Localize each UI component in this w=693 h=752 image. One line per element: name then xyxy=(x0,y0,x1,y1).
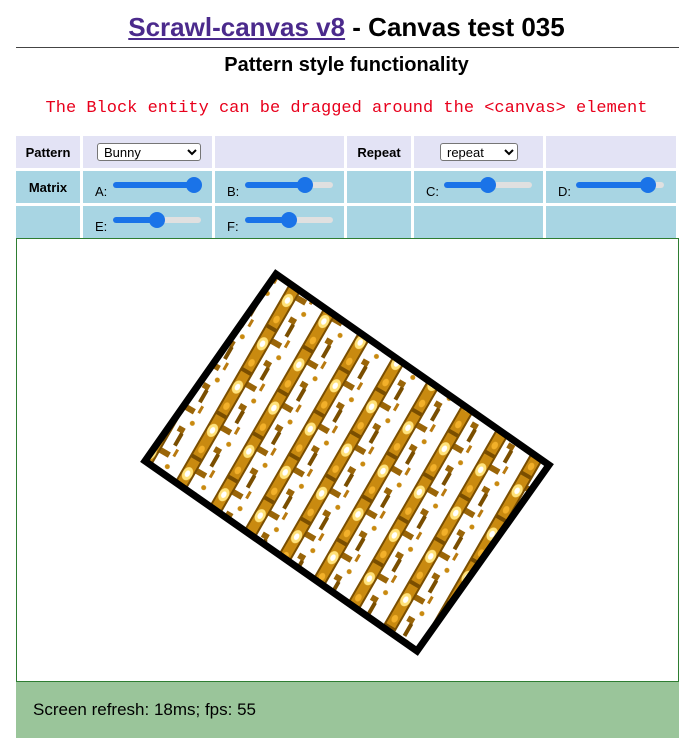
pattern-select[interactable]: Bunny xyxy=(97,143,201,161)
controls-row-pattern: Pattern Bunny Repeat repeat xyxy=(16,136,679,168)
slider-b-label: B: xyxy=(227,183,240,199)
slider-a-cell: A: xyxy=(83,171,212,203)
slider-c-cell: C: xyxy=(414,171,543,203)
slider-f-label: F: xyxy=(227,218,239,234)
pattern-label: Pattern xyxy=(16,136,80,168)
demo-canvas[interactable] xyxy=(16,238,679,682)
slider-thumb[interactable] xyxy=(296,177,313,193)
slider-a[interactable] xyxy=(113,177,202,193)
slider-thumb[interactable] xyxy=(149,212,165,228)
slider-b-cell: B: xyxy=(215,171,344,203)
slider-f-cell: F: xyxy=(215,206,344,238)
slider-thumb[interactable] xyxy=(281,212,297,228)
page-subtitle: Pattern style functionality xyxy=(224,54,469,76)
canvas-drawing xyxy=(140,269,554,656)
slider-fill xyxy=(245,182,305,188)
status-text: Screen refresh: 18ms; fps: 55 xyxy=(33,700,256,719)
matrix-label: Matrix xyxy=(16,171,80,203)
empty-cell xyxy=(546,136,676,168)
slider-d-cell: D: xyxy=(546,171,676,203)
repeat-select[interactable]: repeat xyxy=(440,143,518,161)
empty-cell xyxy=(347,206,411,238)
empty-cell xyxy=(16,206,80,238)
slider-f[interactable] xyxy=(245,212,333,228)
title-divider xyxy=(16,47,679,48)
slider-b[interactable] xyxy=(245,177,333,193)
slider-d-label: D: xyxy=(558,183,571,199)
empty-cell xyxy=(546,206,676,238)
slider-e-cell: E: xyxy=(83,206,212,238)
empty-cell xyxy=(215,136,344,168)
slider-c-label: C: xyxy=(426,183,439,199)
slider-e-label: E: xyxy=(95,218,108,234)
title-link[interactable]: Scrawl-canvas v8 xyxy=(128,12,345,42)
slider-a-label: A: xyxy=(95,183,108,199)
slider-d[interactable] xyxy=(576,177,664,193)
page-title: Scrawl-canvas v8 - Canvas test 035 xyxy=(0,12,693,43)
slider-c[interactable] xyxy=(444,177,532,193)
slider-e[interactable] xyxy=(113,212,201,228)
block-entity[interactable] xyxy=(140,269,554,656)
slider-fill xyxy=(113,182,194,188)
controls-row-matrix: Matrix A: B: C: D: xyxy=(16,171,679,203)
slider-fill xyxy=(576,182,649,188)
repeat-cell: repeat xyxy=(414,136,543,168)
slider-thumb[interactable] xyxy=(640,177,657,193)
repeat-label: Repeat xyxy=(347,136,411,168)
title-suffix: - Canvas test 035 xyxy=(345,12,565,42)
controls-row-translate: E: F: xyxy=(16,206,679,238)
empty-cell xyxy=(347,171,411,203)
drag-instruction: The Block entity can be dragged around t… xyxy=(45,99,648,118)
controls-table: Pattern Bunny Repeat repeat Matrix A: B:… xyxy=(16,136,679,241)
slider-thumb[interactable] xyxy=(480,177,496,193)
status-bar: Screen refresh: 18ms; fps: 55 xyxy=(16,682,679,738)
slider-thumb[interactable] xyxy=(185,177,202,193)
empty-cell xyxy=(414,206,543,238)
pattern-cell: Bunny xyxy=(83,136,212,168)
